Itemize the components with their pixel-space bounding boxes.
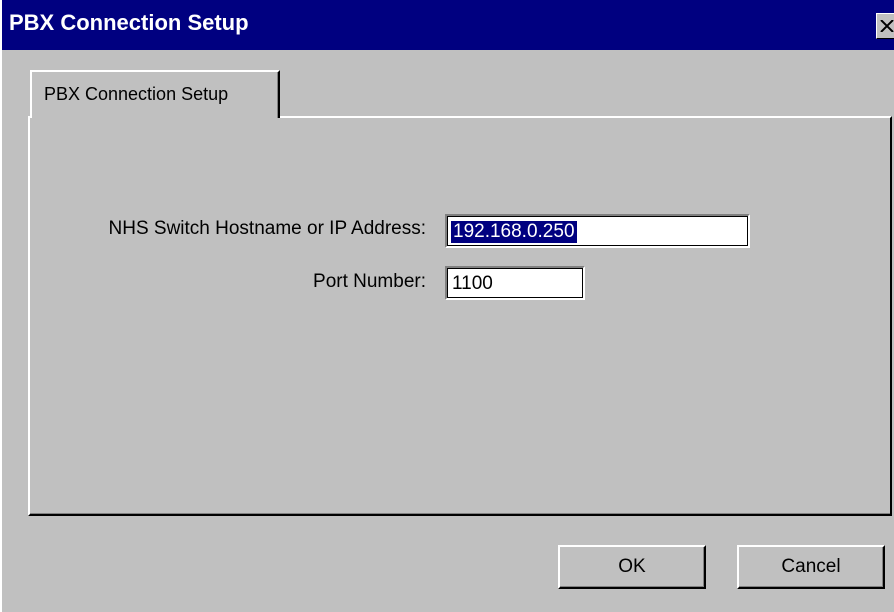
host-input[interactable]: 192.168.0.250 (445, 214, 750, 248)
close-button[interactable] (876, 13, 894, 39)
port-label: Port Number: (313, 271, 426, 292)
port-input-value: 1100 (452, 273, 493, 294)
close-icon (880, 20, 894, 32)
host-input-value: 192.168.0.250 (451, 221, 577, 243)
title-bar[interactable]: PBX Connection Setup (2, 0, 894, 50)
cancel-button-label: Cancel (781, 556, 841, 577)
tab-pbx-connection-setup[interactable]: PBX Connection Setup (30, 70, 280, 118)
ok-button-label: OK (618, 556, 646, 577)
host-label: NHS Switch Hostname or IP Address: (108, 218, 427, 239)
pbx-connection-setup-dialog: PBX Connection Setup PBX Connection Setu… (0, 0, 894, 612)
ok-button[interactable]: OK (558, 545, 706, 589)
cancel-button[interactable]: Cancel (737, 545, 885, 589)
tab-panel (28, 116, 892, 516)
port-input[interactable]: 1100 (445, 266, 585, 300)
tab-label: PBX Connection Setup (44, 84, 229, 104)
window-title: PBX Connection Setup (9, 10, 249, 35)
